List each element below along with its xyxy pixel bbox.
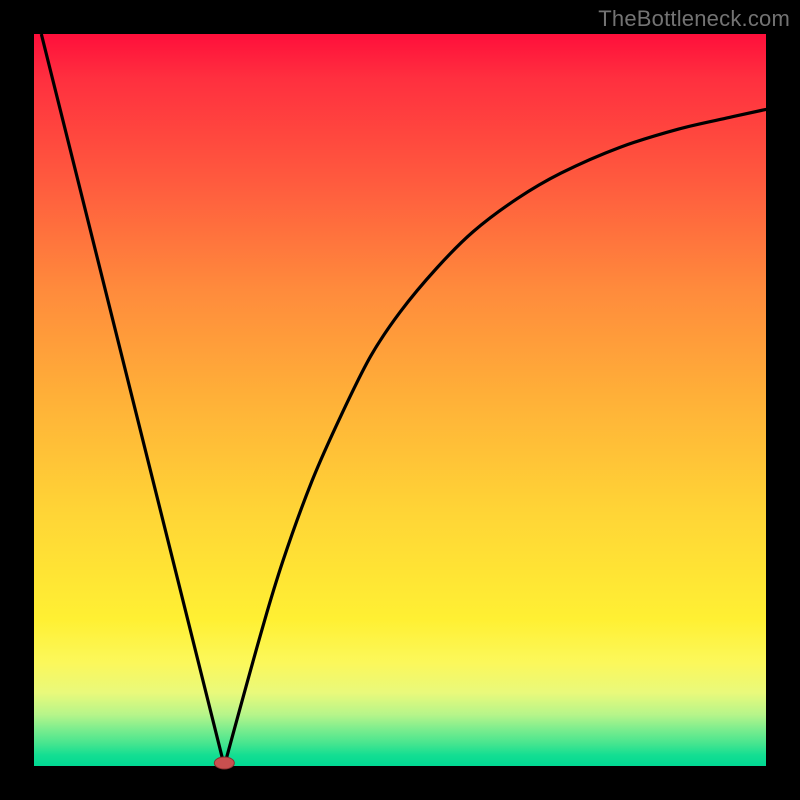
chart-frame: TheBottleneck.com: [0, 0, 800, 800]
bottleneck-curve: [41, 34, 768, 766]
curve-layer: [34, 34, 766, 766]
minimum-marker: [214, 757, 234, 769]
watermark-text: TheBottleneck.com: [598, 6, 790, 32]
